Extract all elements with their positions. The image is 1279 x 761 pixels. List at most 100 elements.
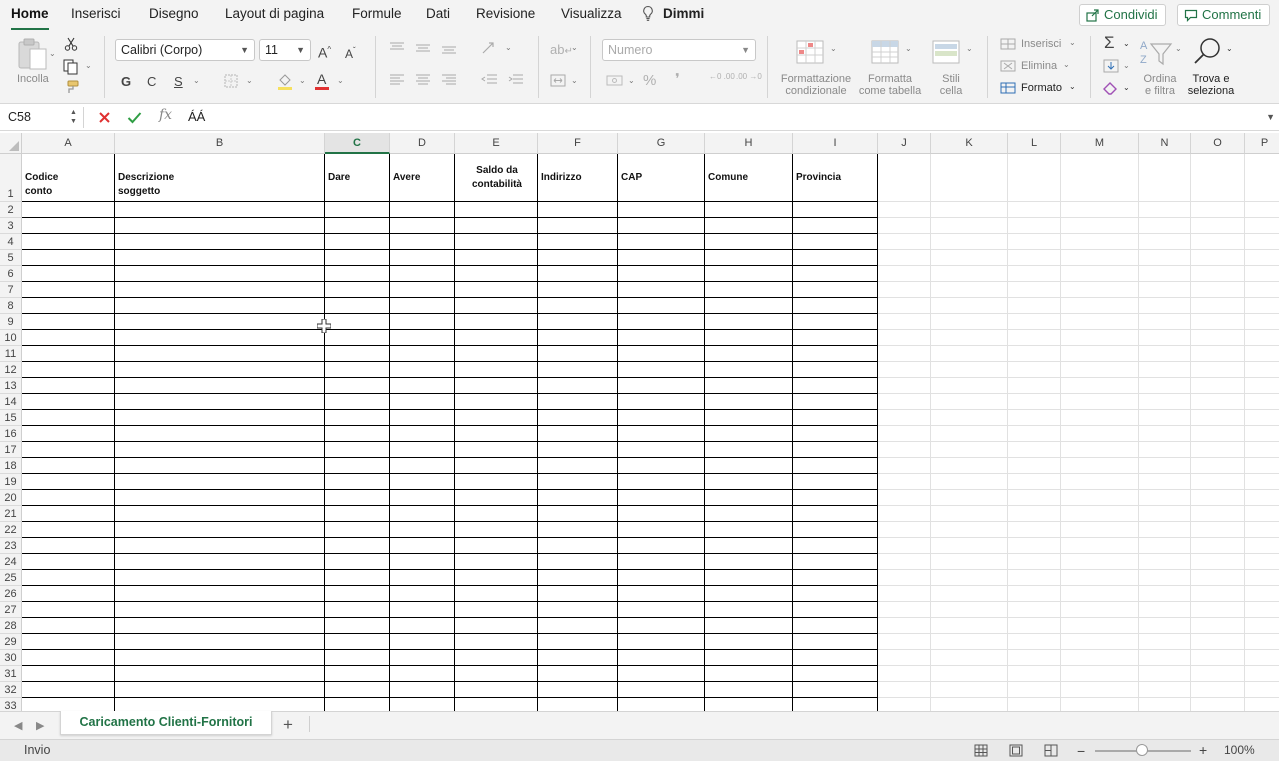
row-header-1[interactable]: 1 [0, 154, 22, 202]
tab-dimmi[interactable]: Dimmi [663, 6, 704, 21]
orientation-icon[interactable] [481, 41, 499, 55]
tab-formule[interactable]: Formule [352, 6, 402, 21]
row-header-8[interactable]: 8 [0, 298, 22, 314]
column-header-k[interactable]: K [931, 133, 1008, 154]
row-header-32[interactable]: 32 [0, 682, 22, 698]
column-header-l[interactable]: L [1008, 133, 1061, 154]
normal-view-icon[interactable] [974, 744, 988, 757]
row-header-29[interactable]: 29 [0, 634, 22, 650]
page-break-view-icon[interactable] [1044, 744, 1058, 757]
tab-dati[interactable]: Dati [426, 6, 450, 21]
row-header-6[interactable]: 6 [0, 266, 22, 282]
cut-icon[interactable] [64, 37, 78, 51]
cancel-icon[interactable] [98, 111, 111, 124]
row-header-26[interactable]: 26 [0, 586, 22, 602]
tab-home[interactable]: Home [11, 6, 49, 31]
format-painter-icon[interactable] [64, 80, 80, 94]
row-header-10[interactable]: 10 [0, 330, 22, 346]
tab-layout[interactable]: Layout di pagina [225, 6, 324, 21]
header-descrizione-soggetto[interactable]: Descrizione soggetto [118, 171, 174, 199]
number-format-select[interactable]: Numero ▼ [602, 39, 756, 61]
tab-revisione[interactable]: Revisione [476, 6, 535, 21]
row-header-7[interactable]: 7 [0, 282, 22, 298]
format-as-table-icon[interactable] [871, 40, 901, 66]
row-header-17[interactable]: 17 [0, 442, 22, 458]
horizontal-align-icons[interactable] [388, 74, 458, 86]
column-header-j[interactable]: J [878, 133, 931, 154]
row-header-5[interactable]: 5 [0, 250, 22, 266]
underline-button[interactable]: S [174, 74, 183, 90]
row-header-28[interactable]: 28 [0, 618, 22, 634]
row-header-27[interactable]: 27 [0, 602, 22, 618]
row-header-11[interactable]: 11 [0, 346, 22, 362]
header-comune[interactable]: Comune [708, 171, 748, 185]
function-icon[interactable]: fx [159, 107, 172, 123]
zoom-slider-thumb[interactable] [1136, 744, 1148, 756]
row-header-23[interactable]: 23 [0, 538, 22, 554]
decrease-font-icon[interactable]: Aˇ [345, 43, 356, 62]
percent-button[interactable]: % [643, 73, 656, 89]
italic-button[interactable]: C [147, 74, 156, 90]
comments-button[interactable]: Commenti [1177, 4, 1271, 26]
column-header-b[interactable]: B [115, 133, 325, 154]
wrap-text-icon[interactable]: ab↵ [550, 42, 573, 60]
zoom-in-icon[interactable]: + [1199, 742, 1207, 758]
chevron-down-icon[interactable]: ▼ [1266, 112, 1275, 122]
row-header-30[interactable]: 30 [0, 650, 22, 666]
page-layout-view-icon[interactable] [1009, 744, 1023, 757]
header-codice-conto[interactable]: Codice conto [25, 171, 58, 199]
row-header-16[interactable]: 16 [0, 426, 22, 442]
name-box-spinner-icon[interactable]: ▲ ▼ [70, 108, 77, 126]
select-all-corner[interactable] [0, 133, 22, 154]
fill-color-icon[interactable] [276, 72, 294, 90]
row-header-18[interactable]: 18 [0, 458, 22, 474]
merge-icon[interactable] [550, 74, 566, 87]
row-header-20[interactable]: 20 [0, 490, 22, 506]
row-header-24[interactable]: 24 [0, 554, 22, 570]
conditional-format-icon[interactable] [796, 40, 826, 66]
prev-sheet-icon[interactable]: ◀ [14, 719, 22, 732]
vertical-align-icons[interactable] [388, 42, 458, 54]
next-sheet-icon[interactable]: ▶ [36, 719, 44, 732]
row-header-33[interactable]: 33 [0, 698, 22, 711]
share-button[interactable]: Condividi [1079, 4, 1167, 26]
increase-font-icon[interactable]: A^ [318, 42, 331, 61]
column-header-o[interactable]: O [1191, 133, 1245, 154]
currency-icon[interactable] [606, 74, 624, 87]
row-header-25[interactable]: 25 [0, 570, 22, 586]
row-header-22[interactable]: 22 [0, 522, 22, 538]
borders-icon[interactable] [224, 74, 238, 88]
font-name-select[interactable]: Calibri (Corpo) ▼ [115, 39, 255, 61]
fill-down-icon[interactable] [1103, 59, 1119, 73]
cell-styles-icon[interactable] [932, 40, 962, 66]
header-indirizzo[interactable]: Indirizzo [541, 171, 582, 185]
row-header-21[interactable]: 21 [0, 506, 22, 522]
row-header-15[interactable]: 15 [0, 410, 22, 426]
column-header-f[interactable]: F [538, 133, 618, 154]
copy-icon[interactable] [63, 59, 81, 75]
tab-visualizza[interactable]: Visualizza [561, 6, 622, 21]
row-header-3[interactable]: 3 [0, 218, 22, 234]
column-header-n[interactable]: N [1139, 133, 1191, 154]
column-header-h[interactable]: H [705, 133, 793, 154]
column-header-g[interactable]: G [618, 133, 705, 154]
comma-button[interactable]: ❜ [675, 72, 680, 88]
zoom-out-icon[interactable]: − [1077, 743, 1085, 759]
add-sheet-button[interactable]: + [283, 715, 293, 735]
column-header-c[interactable]: C [325, 133, 390, 154]
increase-decimal-button[interactable]: ←0 .00 [709, 72, 735, 81]
autosum-icon[interactable]: Σ [1104, 34, 1115, 51]
row-header-4[interactable]: 4 [0, 234, 22, 250]
decrease-decimal-button[interactable]: .00 →0 [736, 72, 762, 81]
header-cap[interactable]: CAP [621, 171, 642, 185]
spreadsheet-grid[interactable]: ABCDEFGHIJKLMNOP 1 2 3 4 5 6 7 8 9 10 11 12 13 14 15 16… [0, 133, 1279, 711]
zoom-level[interactable]: 100% [1224, 743, 1255, 757]
font-color-icon[interactable]: A [317, 71, 326, 87]
header-provincia[interactable]: Provincia [796, 171, 841, 185]
row-header-12[interactable]: 12 [0, 362, 22, 378]
row-header-14[interactable]: 14 [0, 394, 22, 410]
column-header-e[interactable]: E [455, 133, 538, 154]
column-header-a[interactable]: A [22, 133, 115, 154]
header-saldo-contabilita[interactable]: Saldo da contabilità [456, 164, 538, 192]
tab-disegno[interactable]: Disegno [149, 6, 199, 21]
